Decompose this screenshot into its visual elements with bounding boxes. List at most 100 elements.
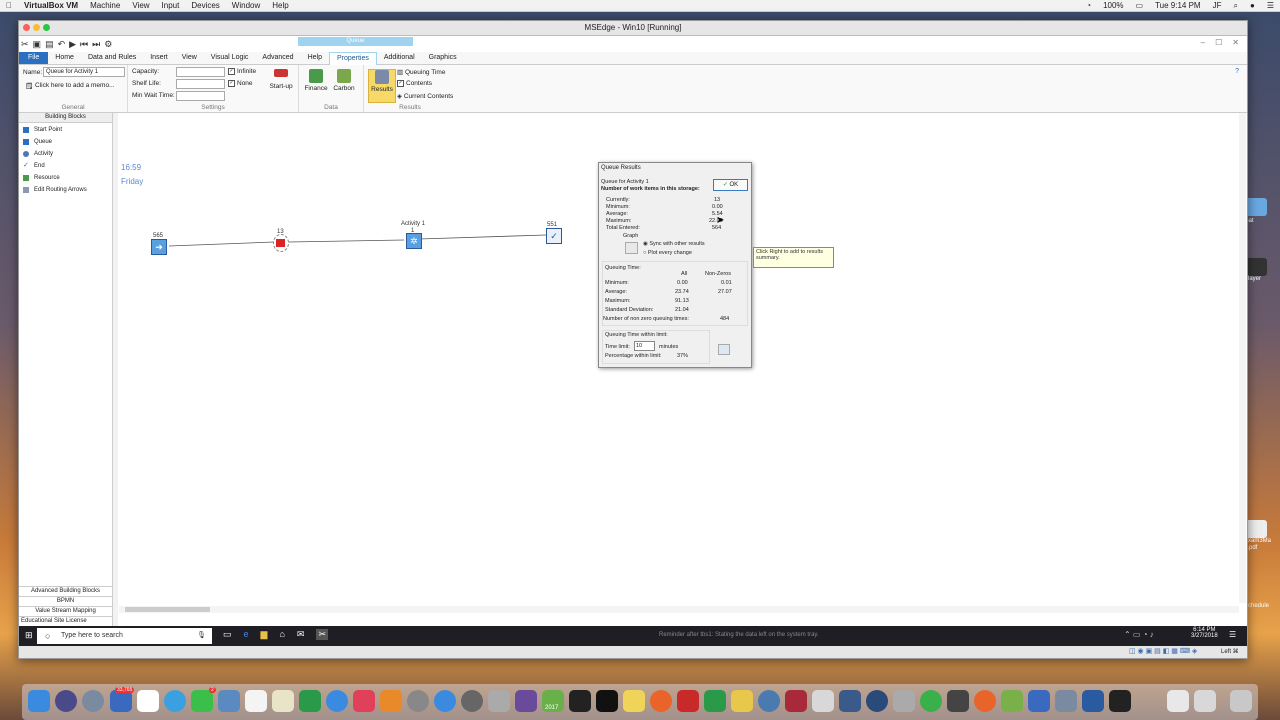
office-2017-icon[interactable]: 2017	[542, 690, 564, 712]
tray-icons[interactable]: ⌃ ▭ ◔ ♪	[1124, 630, 1154, 639]
finder-icon[interactable]	[28, 690, 50, 712]
edge-icon[interactable]: e	[244, 629, 249, 640]
vertical-scrollbar[interactable]	[1239, 113, 1246, 603]
tab-properties[interactable]: Properties	[328, 51, 377, 65]
settings-icon[interactable]: ⚙	[104, 39, 112, 50]
window-icon[interactable]	[1109, 690, 1131, 712]
store-icon[interactable]: ⌂	[279, 629, 284, 640]
excel-icon[interactable]	[704, 690, 726, 712]
stocks-icon[interactable]	[1028, 690, 1050, 712]
trash-icon[interactable]	[1230, 690, 1252, 712]
windows-start-icon[interactable]: ⊞	[25, 630, 33, 641]
activity-node[interactable]: ✲	[406, 233, 422, 249]
task-view-icon[interactable]: ▭	[223, 629, 232, 640]
numbers-icon[interactable]	[299, 690, 321, 712]
finance-button[interactable]: Finance	[303, 69, 329, 92]
menu-machine[interactable]: Machine	[90, 1, 120, 10]
infinite-checkbox[interactable]: ✓ Infinite	[228, 68, 256, 75]
notes-icon[interactable]	[272, 690, 294, 712]
taskbar-clock[interactable]: 6:14 PM 3/27/2018	[1191, 627, 1218, 639]
tab-data-and-rules[interactable]: Data and Rules	[81, 52, 143, 64]
step-icon[interactable]: ⏭	[92, 39, 100, 50]
menu-help[interactable]: Help	[272, 1, 288, 10]
block-edit-routing-arrows[interactable]: Edit Routing Arrows	[23, 187, 87, 193]
chrome-icon[interactable]	[920, 690, 942, 712]
facetime-icon[interactable]	[191, 690, 213, 712]
microphone-icon[interactable]: 🎙	[197, 628, 206, 644]
block-start-point[interactable]: Start Point	[23, 127, 62, 133]
file-explorer-icon[interactable]: ▆	[261, 629, 268, 640]
puzzle-icon[interactable]	[677, 690, 699, 712]
tab-view[interactable]: View	[175, 52, 204, 64]
block-end[interactable]: ✓ End	[23, 162, 45, 169]
photo-icon[interactable]	[839, 690, 861, 712]
panel-splitter[interactable]	[113, 113, 118, 626]
tex-icon[interactable]	[407, 690, 429, 712]
search-icon[interactable]: ⌕	[1234, 1, 1238, 11]
siri-icon[interactable]: ●	[1250, 1, 1255, 11]
shelf-life-field[interactable]	[176, 79, 225, 89]
launchpad-icon[interactable]	[82, 690, 104, 712]
system-preferences-icon[interactable]	[461, 690, 483, 712]
dictionary-icon[interactable]	[785, 690, 807, 712]
tab-additional[interactable]: Additional	[377, 52, 422, 64]
bbedit-icon[interactable]	[515, 690, 537, 712]
desktop-player-icon[interactable]	[1245, 258, 1267, 276]
preview-icon[interactable]	[218, 690, 240, 712]
results-button[interactable]: Results	[368, 69, 396, 103]
taskbar-search[interactable]: ○ Type here to search 🎙	[37, 628, 212, 644]
parallel-icon[interactable]	[731, 690, 753, 712]
horizontal-scrollbar[interactable]	[119, 606, 1239, 613]
ibooks-icon[interactable]	[380, 690, 402, 712]
time-limit-input[interactable]: 10	[634, 341, 655, 351]
bpmn-tab[interactable]: BPMN	[19, 596, 112, 606]
terminal-icon[interactable]	[569, 690, 591, 712]
tab-help[interactable]: Help	[301, 52, 329, 64]
notification-icon[interactable]: ☰	[1267, 1, 1274, 11]
tab-file[interactable]: File	[19, 52, 49, 64]
action-center-icon[interactable]: ☰	[1229, 630, 1236, 639]
end-node[interactable]: ✓	[546, 228, 562, 244]
app-store-icon[interactable]	[434, 690, 456, 712]
rewind-icon[interactable]: ⏮	[80, 39, 88, 50]
zoom-window-icon[interactable]	[43, 24, 50, 31]
siri-icon[interactable]	[55, 690, 77, 712]
menubar-user[interactable]: JF	[1213, 1, 1222, 11]
help-icon[interactable]: ?	[1235, 68, 1239, 75]
startup-button[interactable]: Start-up	[268, 69, 294, 90]
menubar-app-name[interactable]: VirtualBox VM	[24, 1, 78, 10]
block-resource[interactable]: Resource	[23, 175, 60, 181]
stat-value[interactable]: 13	[714, 197, 720, 203]
memo-link[interactable]: Click here to add a memo...	[35, 82, 114, 89]
name-field[interactable]: Queue for Activity 1	[43, 67, 125, 77]
tab-visual-logic[interactable]: Visual Logic	[204, 52, 256, 64]
block-queue[interactable]: Queue	[23, 139, 52, 145]
battery-label[interactable]: 100%	[1103, 1, 1123, 11]
network-icon[interactable]	[1055, 690, 1077, 712]
play-icon[interactable]: ▶	[69, 39, 76, 50]
minimize-window-icon[interactable]	[33, 24, 40, 31]
queue-node[interactable]	[276, 239, 285, 247]
start-point-node[interactable]: ➜	[151, 239, 167, 255]
contents-button[interactable]: ✓ Contents	[397, 80, 432, 87]
utility-icon[interactable]	[488, 690, 510, 712]
console-icon[interactable]	[596, 690, 618, 712]
minimize-icon[interactable]: –	[1201, 38, 1205, 47]
close-window-icon[interactable]	[23, 24, 30, 31]
wifi-icon[interactable]: ◔	[1086, 1, 1091, 11]
tab-advanced[interactable]: Advanced	[255, 52, 300, 64]
menu-input[interactable]: Input	[162, 1, 180, 10]
scrollbar-thumb[interactable]	[125, 607, 210, 612]
new-icon[interactable]: ▣	[33, 39, 42, 50]
downloads-icon[interactable]	[1167, 690, 1189, 712]
firefox-icon[interactable]	[650, 690, 672, 712]
apple-icon[interactable]: 	[6, 1, 12, 10]
desktop-pdf-icon[interactable]	[1245, 520, 1267, 538]
globe-icon[interactable]	[758, 690, 780, 712]
quicktime-icon[interactable]	[866, 690, 888, 712]
simul8-taskbar-icon[interactable]: ✂	[316, 629, 328, 640]
plot-radio[interactable]: ○ Plot every change	[643, 250, 692, 256]
stickies-icon[interactable]	[623, 690, 645, 712]
documents-icon[interactable]	[1194, 690, 1216, 712]
calendar-icon[interactable]	[137, 690, 159, 712]
